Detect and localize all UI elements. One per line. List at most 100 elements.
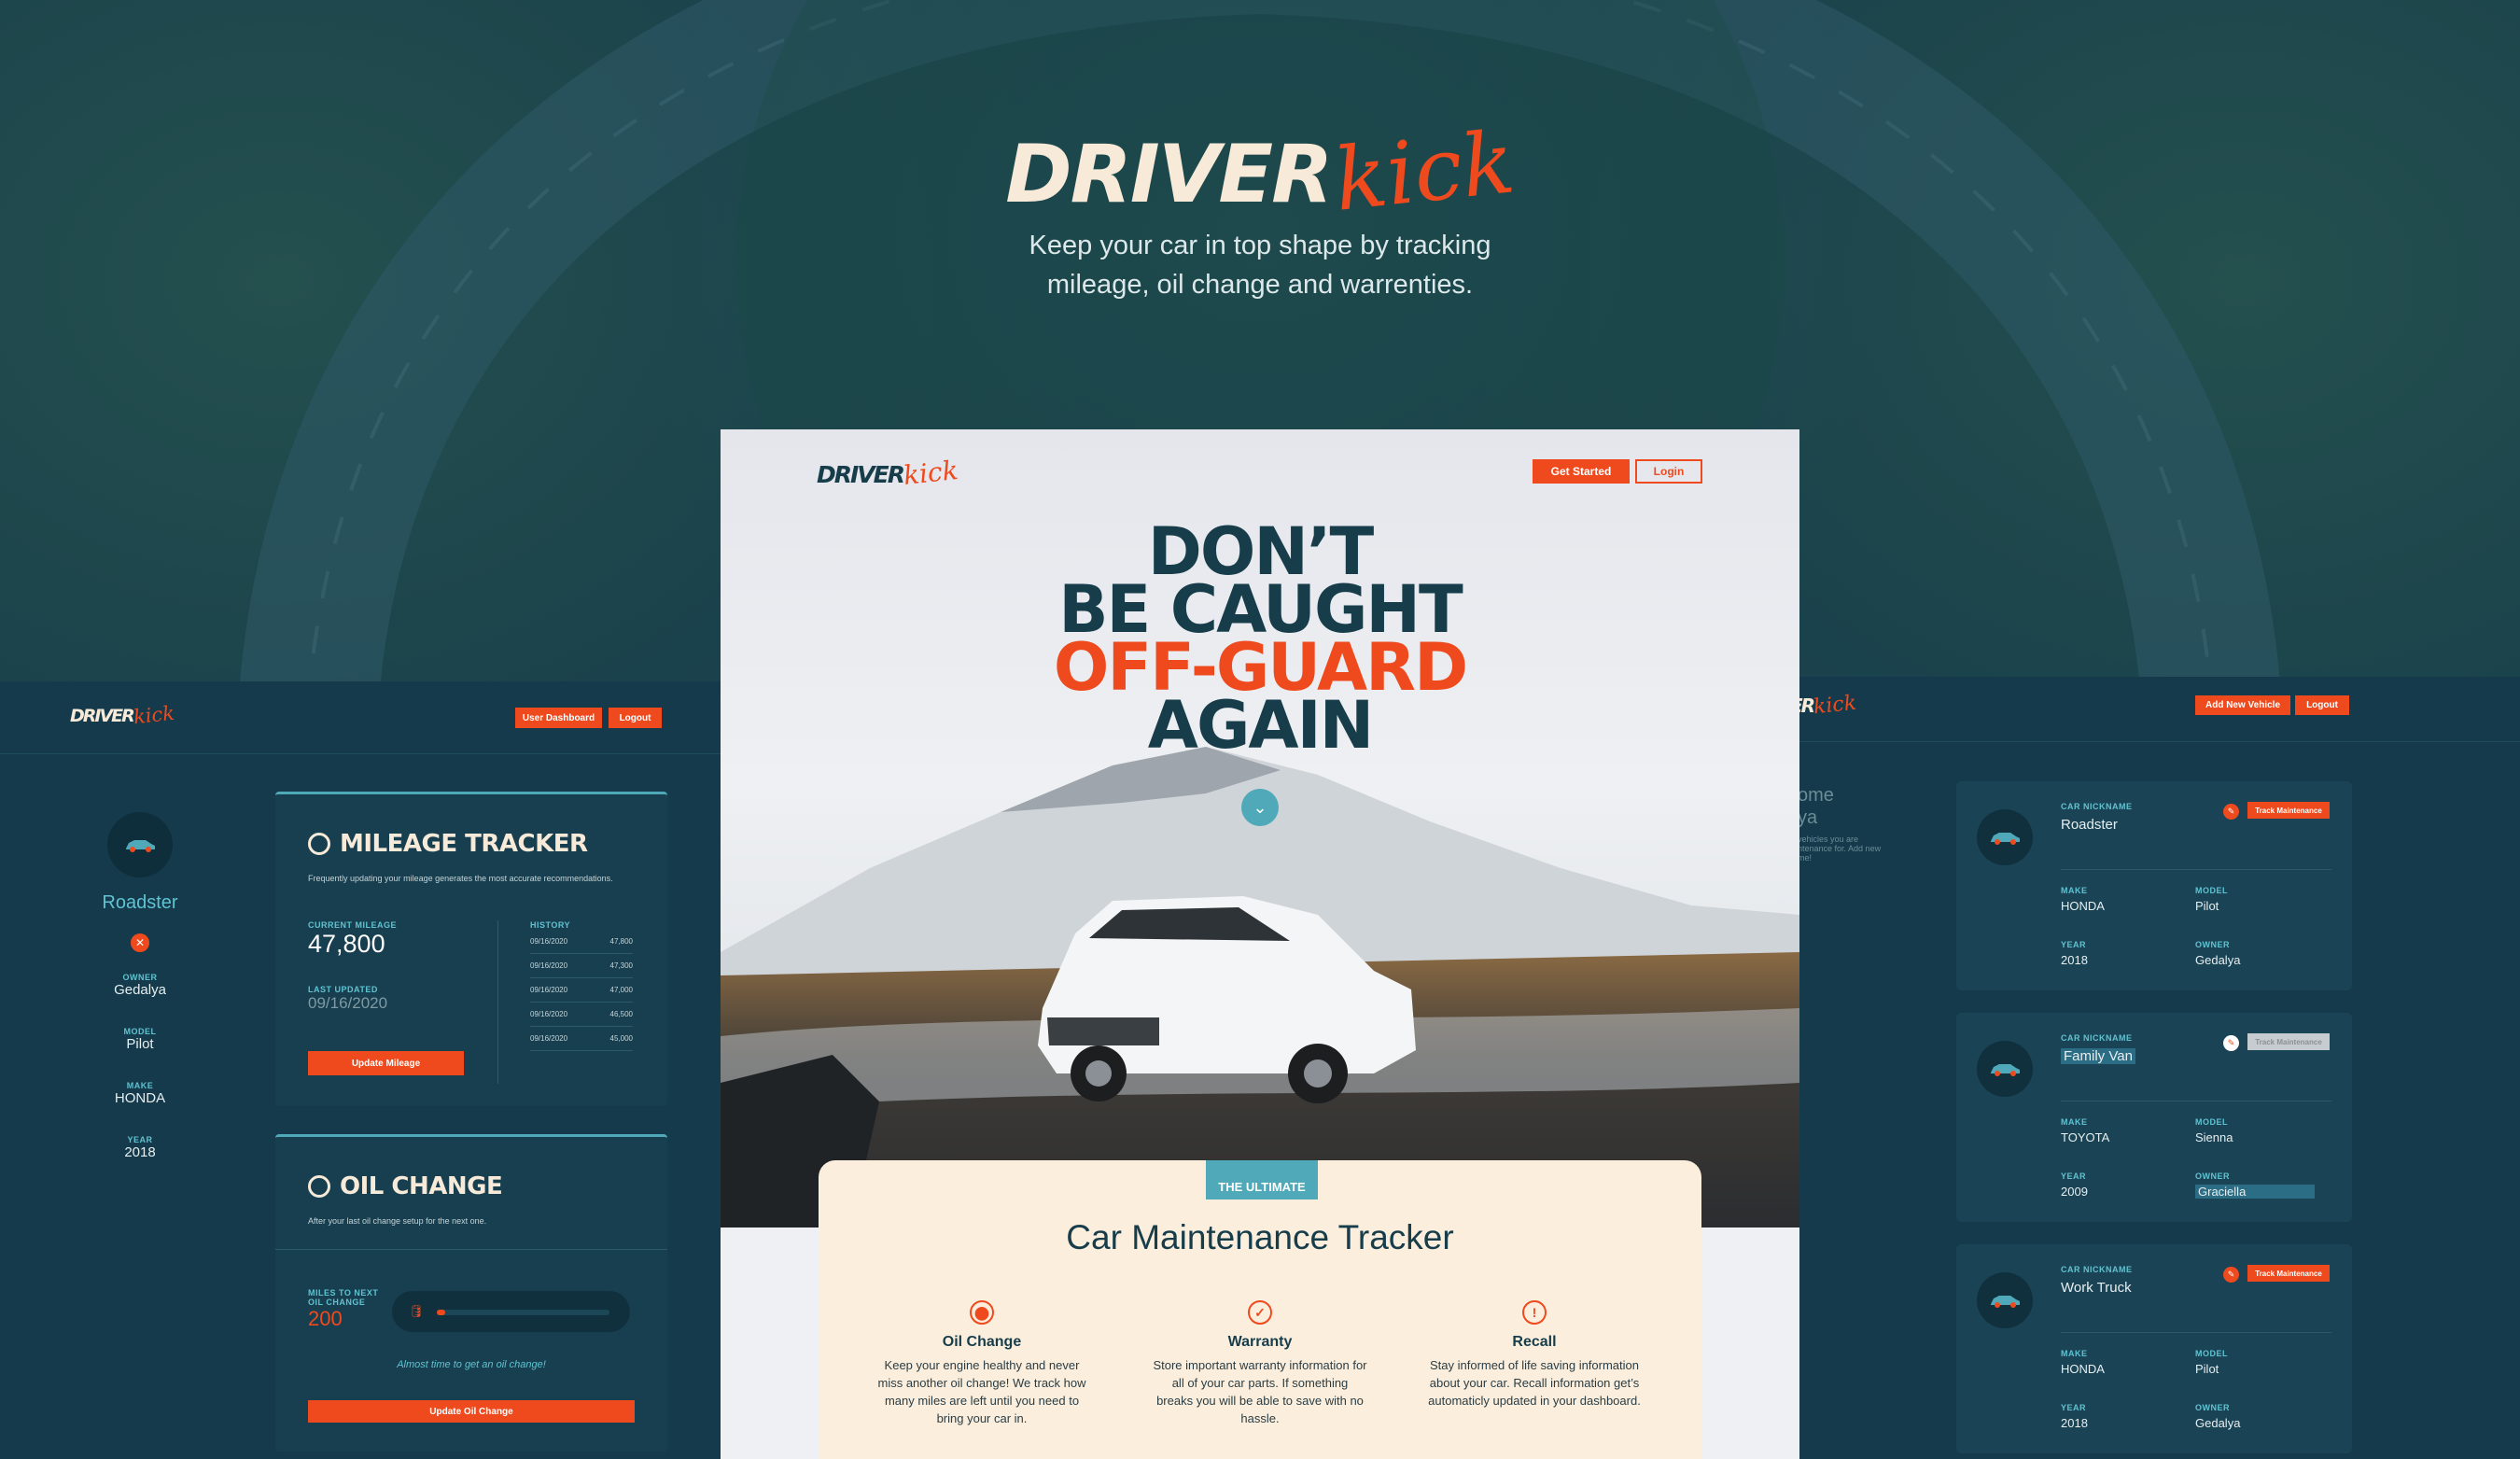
hero-logo: DRIVER kick xyxy=(1005,112,1519,231)
remove-vehicle-icon[interactable]: ✕ xyxy=(131,933,149,952)
vehicle-avatar xyxy=(1977,1272,2033,1328)
year-value: 2018 xyxy=(124,1144,156,1160)
history-date: 09/16/2020 xyxy=(530,937,568,946)
logo-wordmark-script: kick xyxy=(1330,112,1519,231)
logout-button[interactable]: Logout xyxy=(609,708,662,728)
hero-tagline: Keep your car in top shape by tracking m… xyxy=(980,226,1540,304)
make-value: HONDA xyxy=(2061,1362,2105,1376)
history-miles: 47,800 xyxy=(609,937,633,946)
feature-text: Keep your engine healthy and never miss … xyxy=(877,1358,1086,1425)
nickname-value[interactable]: Family Van xyxy=(2061,1048,2135,1064)
feature-recall: ! Recall Stay informed of life saving in… xyxy=(1427,1300,1642,1410)
owner-label: OWNER xyxy=(2195,1403,2230,1412)
track-maintenance-button[interactable]: Track Maintenance xyxy=(2247,1265,2330,1282)
oil-can-icon: ⬤ xyxy=(970,1300,994,1325)
history-miles: 47,300 xyxy=(609,961,633,970)
mileage-tracker-title: MILEAGE TRACKER xyxy=(308,830,588,858)
gauge-icon xyxy=(308,833,330,855)
landing-logo[interactable]: DRIVER kick xyxy=(817,455,959,491)
oil-drop-icon xyxy=(308,1175,330,1198)
history-row: 09/16/2020 46,500 xyxy=(530,1003,633,1027)
add-new-vehicle-button[interactable]: Add New Vehicle xyxy=(2195,695,2290,715)
track-maintenance-button[interactable]: Track Maintenance xyxy=(2247,802,2330,819)
oil-change-message: Almost time to get an oil change! xyxy=(397,1359,546,1370)
edit-pencil-icon[interactable]: ✎ xyxy=(2223,804,2239,820)
oil-change-title: OIL CHANGE xyxy=(308,1172,503,1200)
dashboard-logo[interactable]: DRIVER kick xyxy=(70,702,175,728)
vehicle-avatar xyxy=(1977,1041,2033,1097)
welcome-text-1: vehicles you are xyxy=(1798,835,1859,844)
track-maintenance-button[interactable]: Track Maintenance xyxy=(2247,1033,2330,1050)
divider xyxy=(2061,869,2331,870)
oil-progress-fill xyxy=(437,1310,446,1315)
check-circle-icon: ✓ xyxy=(1248,1300,1272,1325)
logout-button[interactable]: Logout xyxy=(2295,695,2349,715)
feature-oil-change: ⬤ Oil Change Keep your engine healthy an… xyxy=(875,1300,1089,1427)
feature-title: Warranty xyxy=(1227,1334,1293,1350)
history-date: 09/16/2020 xyxy=(530,1034,568,1043)
year-value: 2018 xyxy=(2061,1416,2088,1430)
history-row: 09/16/2020 45,000 xyxy=(530,1027,633,1051)
model-value: Pilot xyxy=(126,1036,154,1052)
nickname-label: CAR NICKNAME xyxy=(2061,802,2133,811)
update-oil-change-button[interactable]: Update Oil Change xyxy=(308,1400,635,1423)
year-value: 2018 xyxy=(2061,953,2088,967)
login-button[interactable]: Login xyxy=(1635,459,1702,484)
make-label: MAKE xyxy=(2061,886,2088,895)
history-row: 09/16/2020 47,300 xyxy=(530,954,633,978)
chevron-down-icon[interactable]: ⌄ xyxy=(1241,789,1279,826)
divider xyxy=(497,920,498,1084)
model-value: Pilot xyxy=(2195,899,2219,913)
vehicle-nickname: Roadster xyxy=(102,892,178,913)
edit-pencil-icon[interactable]: ✎ xyxy=(2223,1267,2239,1283)
year-label: YEAR xyxy=(2061,1171,2087,1181)
edit-pencil-icon[interactable]: ✎ xyxy=(2223,1035,2239,1051)
year-label: YEAR xyxy=(127,1135,153,1144)
model-label: MODEL xyxy=(2195,1349,2228,1358)
model-label: MODEL xyxy=(123,1027,157,1036)
oil-change-description: After your last oil change setup for the… xyxy=(308,1216,487,1226)
current-mileage-value: 47,800 xyxy=(308,930,385,958)
last-updated-label: LAST UPDATED xyxy=(308,985,378,994)
last-updated-value: 09/16/2020 xyxy=(308,994,388,1012)
owner-label: OWNER xyxy=(2195,940,2230,949)
oil-change-heading: OIL CHANGE xyxy=(340,1172,503,1200)
owner-value: Gedalya xyxy=(2195,1416,2241,1430)
car-icon xyxy=(1991,833,2020,845)
welcome-heading-2: ya xyxy=(1798,807,1818,828)
logo-wordmark-bold: ER xyxy=(1798,694,1815,717)
vehicle-card[interactable]: CAR NICKNAME Roadster ✎ Track Maintenance MA… xyxy=(1956,781,2352,990)
feature-warranty: ✓ Warranty Store important warranty info… xyxy=(1153,1300,1367,1427)
user-dashboard-button[interactable]: User Dashboard xyxy=(515,708,602,728)
hero-headline: DON’T BE CAUGHT OFF-GUARD AGAIN xyxy=(1001,519,1519,758)
model-label: MODEL xyxy=(2195,886,2228,895)
welcome-text-3: me! xyxy=(1798,853,1813,863)
vehicle-profile: Roadster ✕ OWNER Gedalya MODEL Pilot MAKE H… xyxy=(70,793,210,1204)
mileage-description: Frequently updating your mileage generat… xyxy=(308,874,613,883)
history-miles: 46,500 xyxy=(609,1010,633,1018)
divider xyxy=(2061,1332,2331,1333)
vehicle-card[interactable]: CAR NICKNAME Family Van ✎ Track Maintenance… xyxy=(1956,1013,2352,1222)
mileage-tracker-heading: MILEAGE TRACKER xyxy=(340,830,588,858)
history-row: 09/16/2020 47,800 xyxy=(530,930,633,954)
nickname-label: CAR NICKNAME xyxy=(2061,1033,2133,1043)
welcome-text-2: ntenance for. Add new xyxy=(1798,844,1882,853)
owner-value[interactable]: Graciella xyxy=(2195,1185,2315,1199)
get-started-button[interactable]: Get Started xyxy=(1533,459,1630,484)
oil-progress-track: 🛢 xyxy=(392,1291,630,1332)
vehicle-card[interactable]: CAR NICKNAME Work Truck ✎ Track Maintenance… xyxy=(1956,1244,2352,1453)
model-value: Pilot xyxy=(2195,1362,2219,1376)
section-title: Car Maintenance Tracker xyxy=(1066,1218,1454,1256)
user-dashboard-screen: DRIVER kick User Dashboard Logout Roadst… xyxy=(0,681,723,1459)
car-icon xyxy=(1991,1296,2020,1308)
history-list: 09/16/2020 47,800 09/16/2020 47,300 09/16/20… xyxy=(530,930,633,1051)
update-mileage-button[interactable]: Update Mileage xyxy=(308,1051,464,1075)
owner-label: OWNER xyxy=(122,973,158,982)
make-label: MAKE xyxy=(2061,1349,2088,1358)
history-date: 09/16/2020 xyxy=(530,961,568,970)
logo-wordmark-bold: DRIVER xyxy=(817,461,905,488)
the-ultimate-badge: THE ULTIMATE xyxy=(1206,1160,1318,1199)
vehicles-logo[interactable]: ER kick xyxy=(1798,692,1857,720)
model-label: MODEL xyxy=(2195,1117,2228,1127)
vehicle-avatar xyxy=(1977,809,2033,865)
